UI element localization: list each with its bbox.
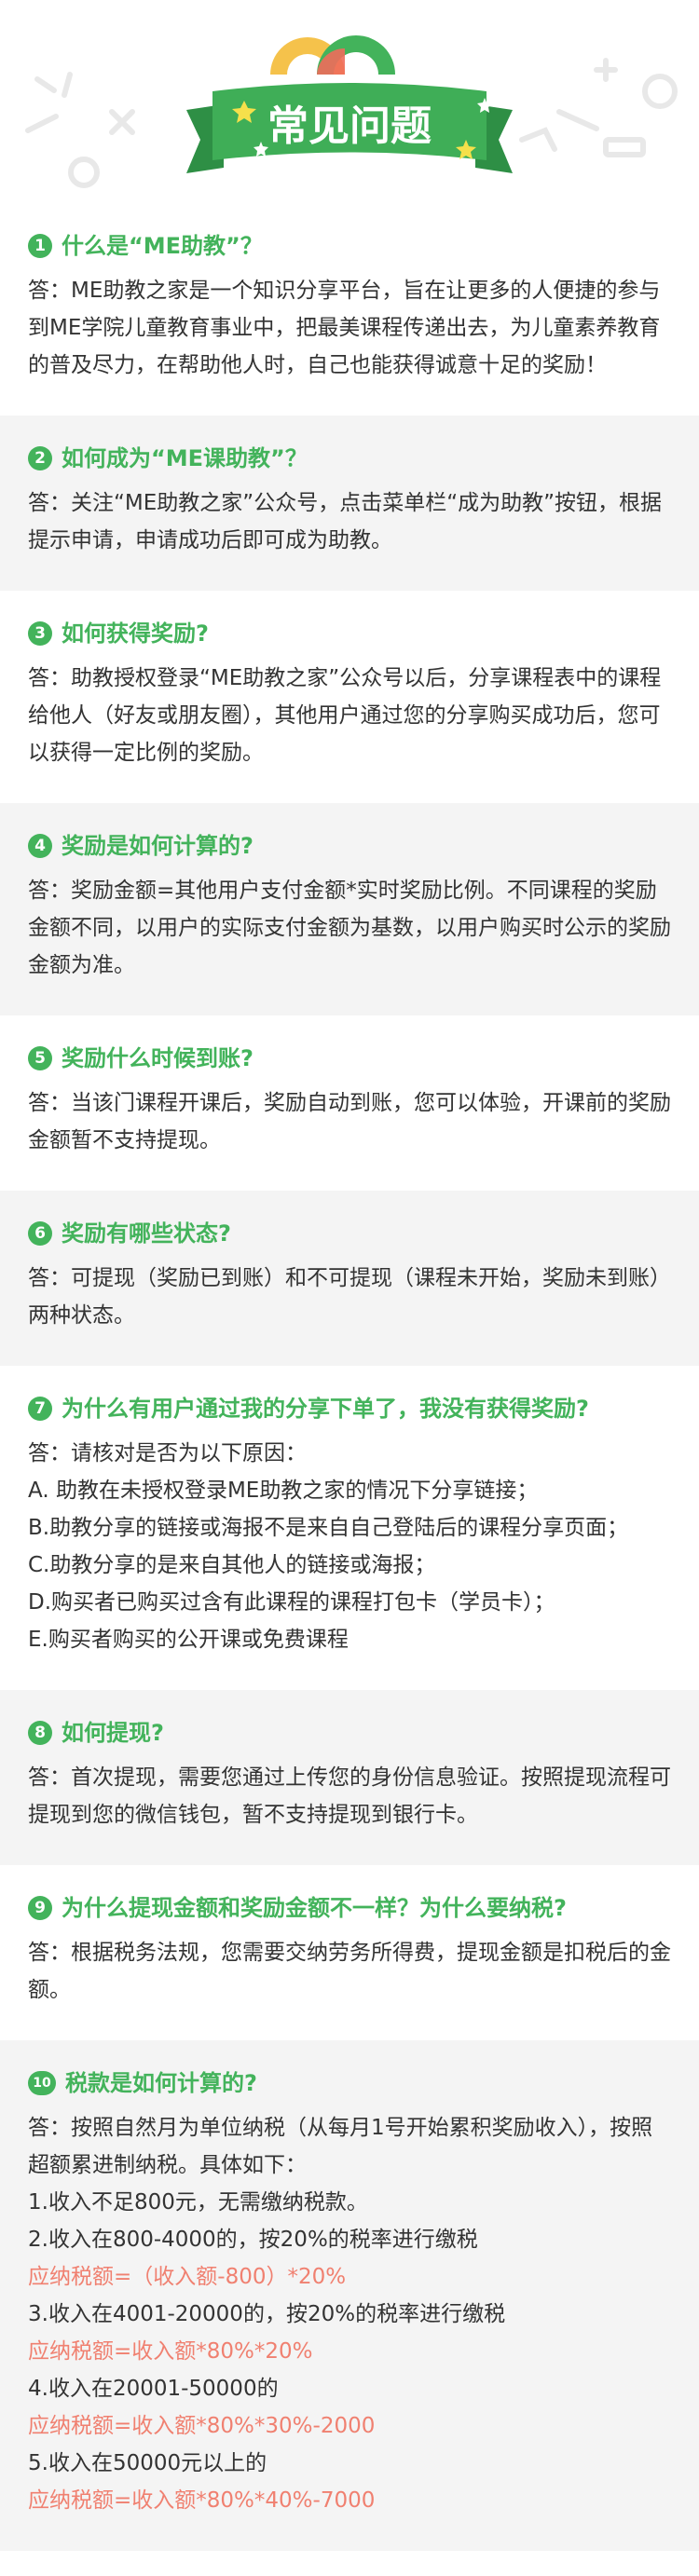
faq-question: 8 如何提现? xyxy=(28,1718,671,1748)
faq-answer: 答：助教授权登录“ME助教之家”公众号以后，分享课程表中的课程给他人（好友或朋友… xyxy=(28,660,671,771)
faq-item: 4 奖励是如何计算的? 答：奖励金额=其他用户支付金额*实时奖励比例。不同课程的奖励… xyxy=(0,803,699,1015)
faq-answer: 答：可提现（奖励已到账）和不可提现（课程未开始，奖励未到账）两种状态。 xyxy=(28,1260,671,1334)
question-text: 如何获得奖励? xyxy=(62,620,209,647)
question-text: 如何提现? xyxy=(62,1720,164,1746)
answer-line: 答：奖励金额=其他用户支付金额*实时奖励比例。不同课程的奖励金额不同，以用户的实… xyxy=(28,879,671,977)
answer-line: 答：按照自然月为单位纳税（从每月1号开始累积奖励收入），按照超额累进制纳税。具体… xyxy=(28,2116,653,2177)
question-text: 如何成为“ME课助教”？ xyxy=(62,445,308,471)
faq-question: 9 为什么提现金额和奖励金额不一样？为什么要纳税? xyxy=(28,1893,671,1923)
question-number-badge: 1 xyxy=(28,234,52,258)
question-text: 什么是“ME助教”？ xyxy=(62,233,263,259)
question-number-badge: 9 xyxy=(28,1896,52,1920)
faq-item: 10 税款是如何计算的? 答：按照自然月为单位纳税（从每月1号开始累积奖励收入），按… xyxy=(0,2040,699,2551)
tax-bracket: 4.收入在20001-50000的 xyxy=(28,2377,279,2401)
faq-answer: 答：首次提现，需要您通过上传您的身份信息验证。按照提现流程可提现到您的微信钱包，… xyxy=(28,1759,671,1833)
faq-answer: 答：请核对是否为以下原因： A. 助教在未授权登录ME助教之家的情况下分享链接； B… xyxy=(28,1435,671,1658)
answer-line: 答：当该门课程开课后，奖励自动到账，您可以体验，开课前的奖励金额暂不支持提现。 xyxy=(28,1091,671,1152)
question-text: 为什么有用户通过我的分享下单了，我没有获得奖励? xyxy=(62,1396,589,1422)
answer-line: B.助教分享的链接或海报不是来自自己登陆后的课程分享页面； xyxy=(28,1516,629,1540)
tax-formula: 应纳税额=收入额*80%*30%-2000 xyxy=(28,2414,376,2438)
faq-question: 6 奖励有哪些状态? xyxy=(28,1219,671,1248)
answer-line: 答：可提现（奖励已到账）和不可提现（课程未开始，奖励未到账）两种状态。 xyxy=(28,1266,671,1328)
question-text: 奖励什么时候到账? xyxy=(62,1045,254,1071)
faq-item: 7 为什么有用户通过我的分享下单了，我没有获得奖励? 答：请核对是否为以下原因： A.… xyxy=(0,1366,699,1690)
faq-answer: 答：奖励金额=其他用户支付金额*实时奖励比例。不同课程的奖励金额不同，以用户的实… xyxy=(28,872,671,984)
page-header: 常见问题 xyxy=(0,0,699,203)
answer-line: A. 助教在未授权登录ME助教之家的情况下分享链接； xyxy=(28,1479,539,1503)
faq-item: 3 如何获得奖励? 答：助教授权登录“ME助教之家”公众号以后，分享课程表中的课程给… xyxy=(0,591,699,803)
deco-eraser-icon xyxy=(603,137,646,157)
faq-answer: 答：当该门课程开课后，奖励自动到账，您可以体验，开课前的奖励金额暂不支持提现。 xyxy=(28,1084,671,1159)
page-title: 常见问题 xyxy=(267,102,432,150)
deco-cross-icon xyxy=(109,109,135,135)
question-text: 奖励是如何计算的? xyxy=(62,833,254,859)
faq-question: 5 奖励什么时候到账? xyxy=(28,1043,671,1073)
answer-line: 答：首次提现，需要您通过上传您的身份信息验证。按照提现流程可提现到您的微信钱包，… xyxy=(28,1765,671,1827)
faq-question: 10 税款是如何计算的? xyxy=(28,2068,671,2098)
question-number-badge: 7 xyxy=(28,1397,52,1421)
faq-question: 1 什么是“ME助教”？ xyxy=(28,231,671,261)
tax-formula: 应纳税额=（收入额-800）*20% xyxy=(28,2265,347,2289)
deco-ruler-icon xyxy=(556,109,599,131)
question-text: 为什么提现金额和奖励金额不一样？为什么要纳税? xyxy=(62,1895,567,1921)
answer-line: D.购买者已购买过含有此课程的课程打包卡（学员卡）； xyxy=(28,1590,555,1615)
answer-line: 2.收入在800-4000的，按20%的税率进行缴税 xyxy=(28,2228,478,2252)
tax-bracket: 5.收入在50000元以上的 xyxy=(28,2451,267,2475)
question-number-badge: 3 xyxy=(28,621,52,646)
faq-question: 4 奖励是如何计算的? xyxy=(28,831,671,861)
answer-line: 答：请核对是否为以下原因： xyxy=(28,1441,307,1465)
question-number-badge: 2 xyxy=(28,446,52,470)
deco-plus-icon xyxy=(594,58,618,82)
tax-formula: 应纳税额=收入额*80%*40%-7000 xyxy=(28,2488,376,2513)
question-number-badge: 8 xyxy=(28,1721,52,1745)
faq-question: 2 如何成为“ME课助教”？ xyxy=(28,443,671,473)
answer-line: 1.收入不足800元，无需缴纳税款。 xyxy=(28,2190,368,2215)
faq-item: 6 奖励有哪些状态? 答：可提现（奖励已到账）和不可提现（课程未开始，奖励未到账）两… xyxy=(0,1191,699,1366)
deco-lines-icon xyxy=(34,72,73,98)
answer-line: 答：关注“ME助教之家”公众号，点击菜单栏“成为助教”按钮，根据提示申请，申请成… xyxy=(28,491,663,552)
deco-ring-icon xyxy=(68,157,100,188)
answer-line: 答：根据税务法规，您需要交纳劳务所得费，提现金额是扣税后的金额。 xyxy=(28,1941,671,2002)
question-number-badge: 4 xyxy=(28,834,52,858)
question-text: 奖励有哪些状态? xyxy=(62,1220,231,1247)
faq-item: 5 奖励什么时候到账? 答：当该门课程开课后，奖励自动到账，您可以体验，开课前的奖励… xyxy=(0,1015,699,1191)
answer-line: 答：助教授权登录“ME助教之家”公众号以后，分享课程表中的课程给他人（好友或朋友… xyxy=(28,666,662,765)
tax-bracket: 3.收入在4001-20000的，按20%的税率进行缴税 xyxy=(28,2302,506,2326)
faq-answer: 答：关注“ME助教之家”公众号，点击菜单栏“成为助教”按钮，根据提示申请，申请成… xyxy=(28,484,671,559)
deco-pencil-icon xyxy=(25,114,59,133)
faq-item: 1 什么是“ME助教”？ 答：ME助教之家是一个知识分享平台，旨在让更多的人便捷的参… xyxy=(0,203,699,416)
answer-line: C.助教分享的是来自其他人的链接或海报； xyxy=(28,1553,436,1577)
question-number-badge: 6 xyxy=(28,1221,52,1246)
deco-gear-icon xyxy=(642,74,678,109)
answer-line: 答：ME助教之家是一个知识分享平台，旨在让更多的人便捷的参与到ME学院儿童教育事… xyxy=(28,279,661,377)
faq-answer: 答：根据税务法规，您需要交纳劳务所得费，提现金额是扣税后的金额。 xyxy=(28,1934,671,2009)
faq-answer: 答：ME助教之家是一个知识分享平台，旨在让更多的人便捷的参与到ME学院儿童教育事… xyxy=(28,272,671,384)
faq-answer: 答：按照自然月为单位纳税（从每月1号开始累积奖励收入），按照超额累进制纳税。具体… xyxy=(28,2109,671,2519)
faq-item: 9 为什么提现金额和奖励金额不一样？为什么要纳税? 答：根据税务法规，您需要交纳劳务… xyxy=(0,1865,699,2040)
faq-question: 7 为什么有用户通过我的分享下单了，我没有获得奖励? xyxy=(28,1394,671,1424)
faq-item: 2 如何成为“ME课助教”？ 答：关注“ME助教之家”公众号，点击菜单栏“成为助教”… xyxy=(0,416,699,591)
question-text: 税款是如何计算的? xyxy=(65,2070,257,2096)
question-number-badge: 10 xyxy=(28,2071,56,2095)
faq-question: 3 如何获得奖励? xyxy=(28,619,671,648)
tax-formula: 应纳税额=收入额*80%*20% xyxy=(28,2339,313,2364)
header-illustration: 常见问题 xyxy=(25,35,678,188)
deco-triangle-icon xyxy=(519,127,557,152)
faq-list: 1 什么是“ME助教”？ 答：ME助教之家是一个知识分享平台，旨在让更多的人便捷的参… xyxy=(0,203,699,2551)
question-number-badge: 5 xyxy=(28,1046,52,1070)
faq-item: 8 如何提现? 答：首次提现，需要您通过上传您的身份信息验证。按照提现流程可提现到您… xyxy=(0,1690,699,1865)
answer-line: E.购买者购买的公开课或免费课程 xyxy=(28,1628,349,1652)
